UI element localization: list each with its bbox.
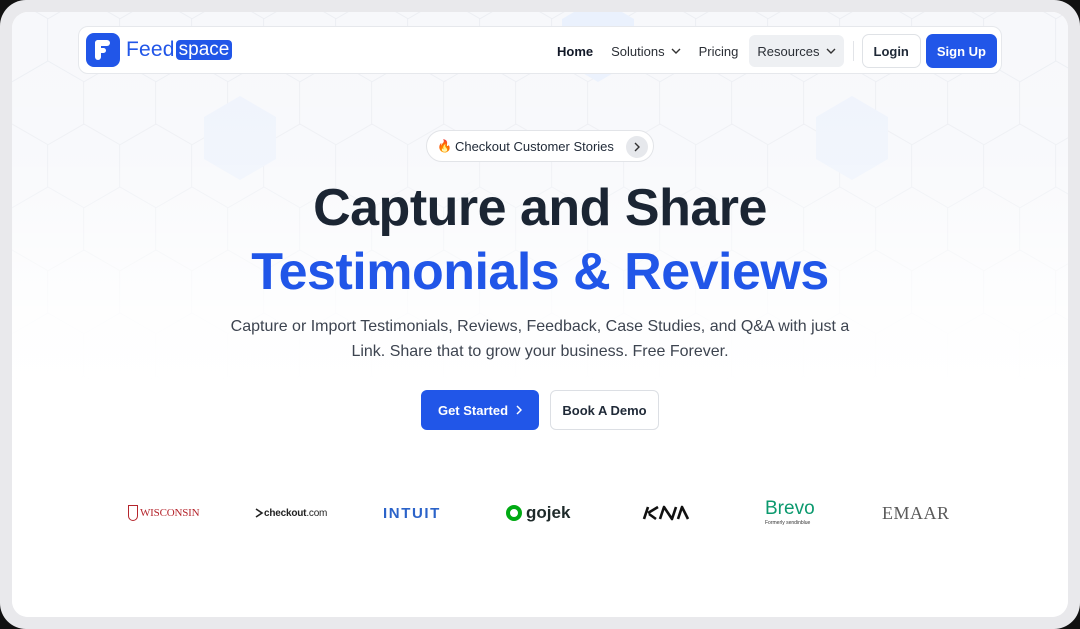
nav-links: Home Solutions Pricing Resources Login S… bbox=[557, 27, 997, 75]
nav-divider bbox=[852, 41, 854, 61]
checkout-logo-text: checkout bbox=[264, 507, 307, 519]
hero-subtitle-line2: Link. Share that to grow your business. … bbox=[351, 343, 729, 360]
login-button[interactable]: Login bbox=[861, 34, 921, 68]
device-frame: Feed space Home Solutions Pricing Resourc… bbox=[0, 0, 1080, 629]
hero-headline-line2: Testimonials & Reviews bbox=[251, 243, 829, 301]
nav-link-resources[interactable]: Resources bbox=[749, 35, 844, 67]
nav-link-home[interactable]: Home bbox=[557, 44, 593, 59]
chevron-down-icon bbox=[826, 48, 835, 54]
customer-stories-label: Checkout Customer Stories bbox=[454, 138, 614, 154]
kia-wordmark-icon bbox=[642, 505, 690, 521]
nav-link-solutions-label: Solutions bbox=[611, 43, 665, 59]
hero-headline-line1: Capture and Share bbox=[313, 179, 767, 237]
brevo-logo-text: Brevo bbox=[765, 497, 815, 519]
checkout-logo-suffix: .com bbox=[306, 507, 328, 519]
get-started-button[interactable]: Get Started bbox=[421, 390, 539, 430]
logo-text-feed: Feed bbox=[126, 38, 175, 61]
hero-subtitle-line1: Capture or Import Testimonials, Reviews,… bbox=[230, 318, 850, 335]
chevron-right-icon bbox=[516, 405, 523, 415]
browser-viewport: Feed space Home Solutions Pricing Resourc… bbox=[12, 12, 1068, 617]
wisconsin-logo-text: WISCONSIN bbox=[140, 507, 200, 519]
intuit-logo: INTUIT bbox=[383, 504, 441, 522]
brevo-logo: Brevo Formerly sendinblue bbox=[765, 492, 815, 532]
top-navbar: Feed space Home Solutions Pricing Resourc… bbox=[78, 26, 1002, 74]
get-started-label: Get Started bbox=[437, 402, 509, 418]
nav-link-solutions[interactable]: Solutions bbox=[611, 43, 681, 59]
gojek-mark-icon bbox=[506, 505, 522, 521]
customer-stories-pill[interactable]: 🔥 Checkout Customer Stories bbox=[426, 130, 654, 162]
brevo-tagline: Formerly sendinblue bbox=[765, 519, 811, 526]
gojek-logo: gojek bbox=[506, 498, 570, 528]
logo-wordmark: Feed space bbox=[126, 38, 233, 62]
chevron-down-icon bbox=[671, 48, 681, 54]
feedspace-logo[interactable]: Feed space bbox=[86, 33, 233, 67]
checkout-mark-icon bbox=[255, 508, 264, 518]
chevron-right-icon bbox=[626, 136, 648, 158]
nav-link-resources-label: Resources bbox=[757, 43, 820, 59]
nav-link-pricing[interactable]: Pricing bbox=[699, 44, 739, 59]
gojek-logo-text: gojek bbox=[526, 503, 571, 522]
fire-icon: 🔥 bbox=[437, 139, 452, 153]
feedspace-logo-icon bbox=[86, 33, 120, 67]
wisconsin-crest-icon bbox=[128, 505, 138, 521]
book-demo-button[interactable]: Book A Demo bbox=[550, 390, 659, 430]
emaar-logo: EMAAR bbox=[882, 502, 950, 523]
wisconsin-logo: WISCONSIN bbox=[128, 498, 200, 528]
customer-logos-row: WISCONSIN checkout .com INTUIT gojek Brev… bbox=[12, 498, 1068, 528]
logo-text-space: space bbox=[175, 40, 233, 60]
checkout-logo: checkout .com bbox=[254, 498, 327, 528]
kia-logo bbox=[642, 498, 690, 528]
sign-up-button[interactable]: Sign Up bbox=[925, 34, 997, 68]
